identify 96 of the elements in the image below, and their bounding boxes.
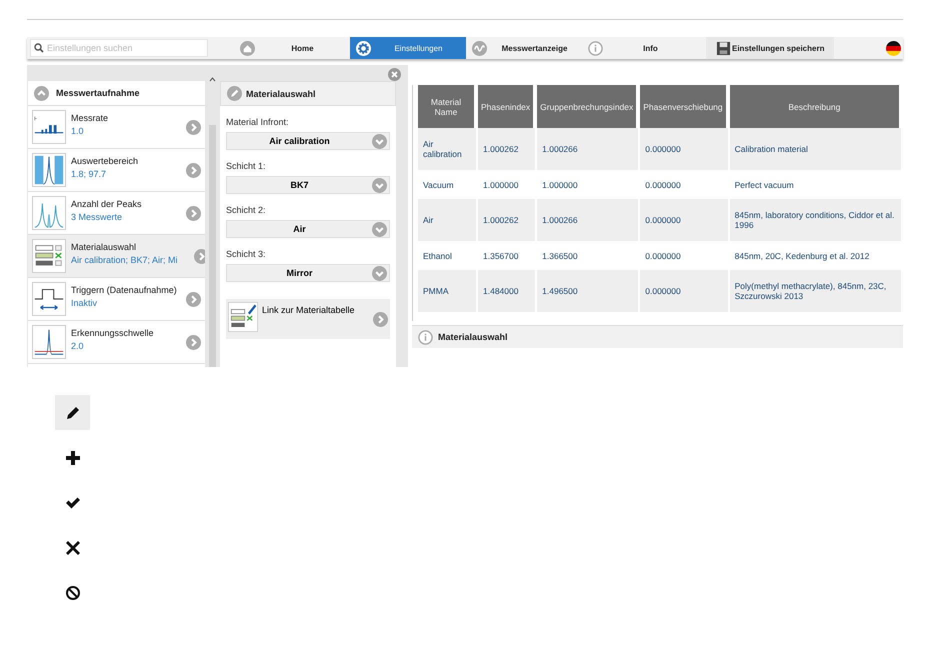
table-cell: 1.000262 [478, 128, 536, 170]
check-icon [64, 494, 80, 510]
chevron-right-icon [186, 206, 201, 220]
material-table-icon [32, 239, 66, 273]
item-title: Anzahl der Peaks [71, 198, 143, 208]
search-field[interactable]: Einstellungen suchen [30, 39, 208, 57]
column-header: Beschreibung [730, 85, 901, 128]
footer-title: Materialauswahl [438, 332, 508, 342]
table-cell-text: 1.000000 [482, 178, 520, 192]
close-icon [64, 540, 80, 556]
nav-tab[interactable]: Home [234, 37, 350, 59]
close-icon[interactable] [388, 68, 401, 81]
peak-range-icon [32, 153, 66, 187]
material-table-icon [228, 302, 258, 332]
table-cell-text: 1.000000 [541, 178, 579, 192]
table-cell: 1.496500 [537, 270, 638, 312]
field-label: Schicht 2: [226, 205, 267, 215]
icon-tile[interactable] [55, 395, 90, 430]
pencil-icon [227, 86, 242, 101]
table-cell-text: 0.000000 [644, 250, 682, 262]
chevron-down-icon [372, 134, 387, 148]
chevron-right-icon [186, 334, 201, 350]
column-header: Gruppenbrechungsindex [537, 85, 638, 128]
item-title: Materialauswahl [71, 242, 138, 252]
table-cell-text: Perfect vacuum [734, 178, 795, 192]
item-value: 2.0 [71, 340, 85, 350]
table-cell-text: 1.366500 [541, 250, 579, 262]
table-cell-text: 845nm, 20C, Kedenburg et al. 2012 [734, 250, 870, 263]
table-cell: Air calibration [418, 128, 476, 170]
save-button[interactable]: Einstellungen speichern [706, 37, 834, 59]
dropdown[interactable]: BK7 [226, 176, 390, 194]
info-icon [418, 330, 433, 344]
scroll-up-icon[interactable] [209, 77, 216, 82]
plus-icon [64, 450, 80, 466]
table-cell: 0.000000 [640, 128, 728, 170]
settings-icon [356, 40, 371, 56]
column-header: Phasenindex [478, 85, 536, 128]
german-flag-icon[interactable] [886, 40, 901, 56]
table-cell: 1.000266 [537, 199, 638, 241]
nav-tab[interactable]: Info [582, 37, 698, 59]
peaks-icon [32, 196, 66, 230]
item-value: 1.0 [71, 126, 85, 136]
table-cell: Calibration material [730, 128, 901, 170]
panel-title: Materialauswahl [246, 88, 316, 98]
field-label: Schicht 1: [226, 161, 267, 171]
table-cell: 1.484000 [478, 270, 536, 312]
item-title: Auswertebereich [71, 156, 140, 166]
collapse-icon [34, 86, 49, 100]
trigger-pulse-icon [32, 282, 66, 316]
chevron-right-icon [186, 162, 201, 178]
table-cell: 1.000262 [478, 199, 536, 241]
table-cell-text: Ethanol [422, 250, 453, 262]
chevron-down-icon [372, 266, 387, 280]
dropdown[interactable]: Air [226, 220, 390, 238]
settings-item[interactable]: Materialauswahl Air calibration; BK7; Air; Mi [28, 235, 205, 278]
chevron-right-icon [373, 312, 388, 326]
table-cell: 1.000266 [537, 128, 638, 170]
ban-icon [64, 584, 80, 600]
item-value: 1.8; 97.7 [71, 168, 108, 178]
table-cell: Poly(methyl methacrylate), 845nm, 23C, Szczurowski 2013 [730, 270, 901, 312]
column-header: Phasenverschiebung [640, 85, 728, 128]
field-label: Material Infront: [226, 117, 290, 127]
pencil-icon [64, 404, 80, 420]
field-label: Schicht 3: [226, 249, 267, 259]
bar-graph-icon [32, 110, 66, 144]
table-cell: Air [418, 199, 476, 241]
table-cell-text: 1.356700 [482, 250, 520, 262]
column-header: Material Name [418, 85, 476, 128]
item-value: 3 Messwerte [71, 212, 124, 222]
item-value: Inaktiv [71, 298, 98, 308]
table-cell: 0.000000 [640, 270, 728, 312]
info-icon [588, 40, 603, 56]
home-icon [240, 40, 255, 56]
chevron-right-icon [186, 120, 201, 134]
item-title: Messrate [71, 112, 110, 122]
table-cell: PMMA [418, 270, 476, 312]
threshold-peak-icon [32, 325, 66, 359]
material-table-link[interactable]: Link zur Materialtabelle [226, 299, 390, 339]
table-cell-text: 0.000000 [644, 178, 682, 192]
table-cell-text: Vacuum [422, 178, 455, 192]
table-cell: 0.000000 [640, 199, 728, 241]
chevron-right-icon [194, 248, 205, 264]
scrollbar[interactable] [209, 125, 216, 367]
dropdown[interactable]: Mirror [226, 264, 390, 282]
chevron-down-icon [372, 178, 387, 192]
chevron-down-icon [372, 222, 387, 236]
nav-tab[interactable]: Einstellungen [350, 37, 466, 59]
item-title: Erkennungsschwelle [71, 328, 155, 338]
item-title: Triggern (Datenaufnahme) [71, 284, 178, 294]
section-title: Messwertaufnahme [56, 88, 140, 98]
nav-tab[interactable]: Messwertanzeige [466, 37, 582, 59]
chevron-right-icon [186, 292, 201, 306]
table-cell: 845nm, laboratory conditions, Ciddor et al. 1996 [730, 199, 901, 241]
wave-icon [472, 40, 487, 56]
item-value: Air calibration; BK7; Air; Mi [71, 254, 179, 264]
dropdown[interactable]: Air calibration [226, 132, 390, 150]
